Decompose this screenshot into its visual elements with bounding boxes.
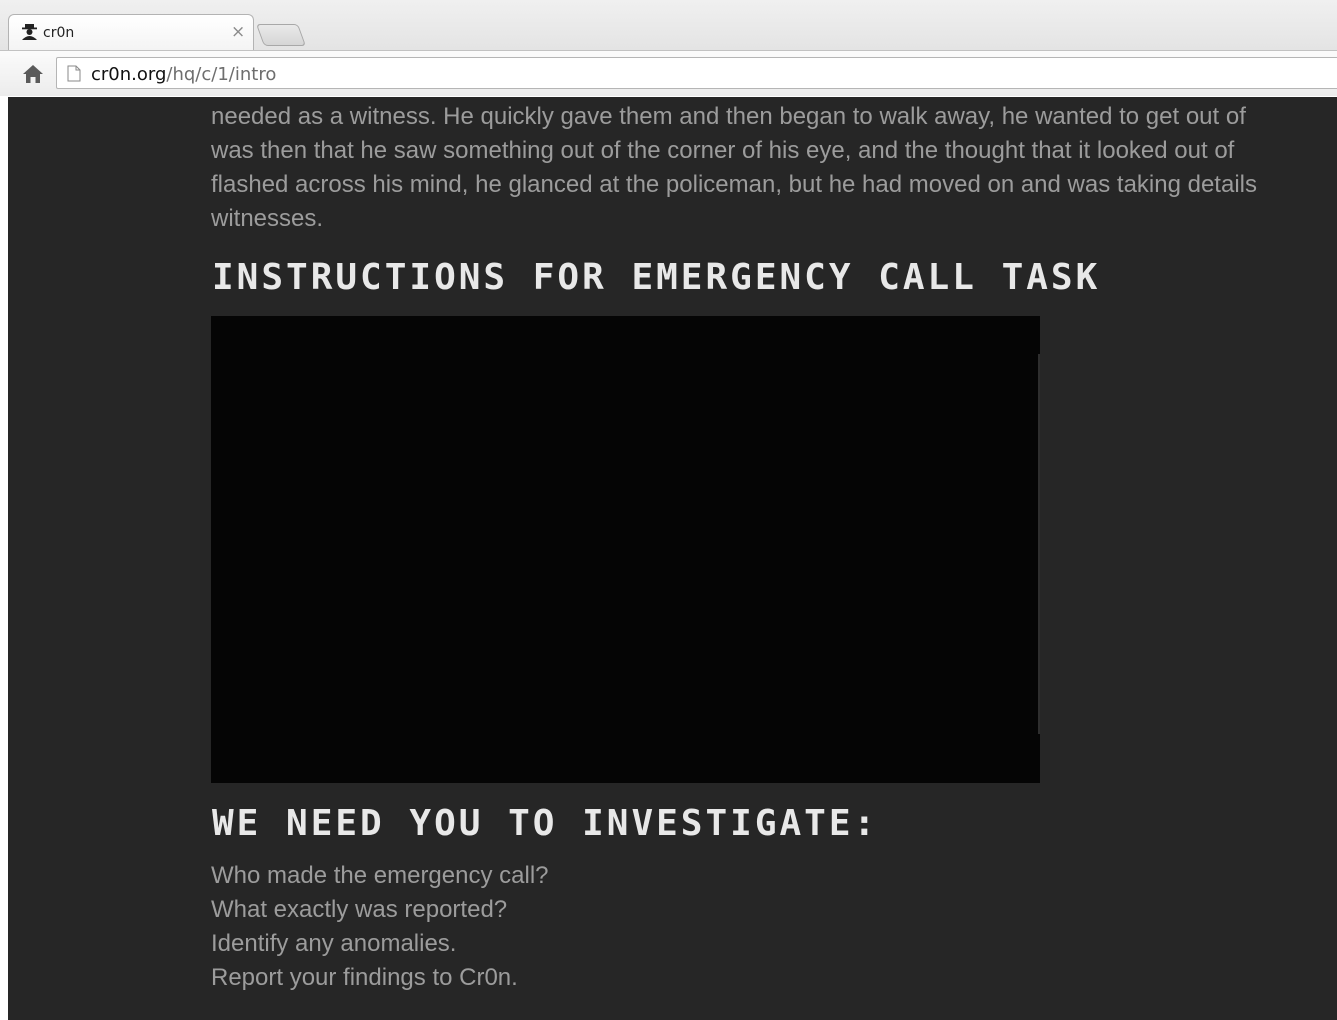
browser-tab[interactable]: cr0n ×: [8, 14, 254, 50]
browser-toolbar: cr0n.org/hq/c/1/intro: [0, 50, 1337, 96]
address-bar[interactable]: cr0n.org/hq/c/1/intro: [56, 57, 1337, 89]
new-tab-button[interactable]: [255, 24, 307, 46]
agent-silhouette-icon: [22, 24, 37, 40]
page-icon: [67, 65, 81, 82]
story-line: was then that he saw something out of th…: [211, 137, 1235, 164]
home-icon[interactable]: [22, 63, 44, 85]
task-item: Report your findings to Cr0n.: [211, 964, 518, 991]
task-item: What exactly was reported?: [211, 896, 508, 923]
task-item: Identify any anomalies.: [211, 930, 457, 957]
url-text: cr0n.org/hq/c/1/intro: [91, 64, 276, 85]
url-domain: cr0n.org: [91, 64, 167, 85]
story-line: witnesses.: [211, 205, 324, 232]
task-item: Who made the emergency call?: [211, 862, 549, 889]
tab-title: cr0n: [43, 25, 75, 41]
video-edge: [1038, 354, 1040, 734]
story-text: needed as a witness. He quickly gave the…: [211, 100, 1337, 236]
story-line: needed as a witness. He quickly gave the…: [211, 103, 1246, 130]
investigate-heading: WE NEED YOU TO INVESTIGATE:: [212, 803, 879, 844]
page-content: needed as a witness. He quickly gave the…: [8, 97, 1337, 1020]
tab-strip: cr0n ×: [0, 0, 1337, 54]
browser-chrome: cr0n × cr0n.org/hq/c/1/intro: [0, 0, 1337, 96]
instructions-video[interactable]: [211, 316, 1040, 783]
close-tab-icon[interactable]: ×: [231, 22, 245, 42]
story-line: flashed across his mind, he glanced at t…: [211, 171, 1257, 198]
task-list: Who made the emergency call? What exactl…: [211, 859, 549, 995]
url-path: /hq/c/1/intro: [166, 64, 277, 85]
instructions-heading: INSTRUCTIONS FOR EMERGENCY CALL TASK: [212, 257, 1101, 298]
